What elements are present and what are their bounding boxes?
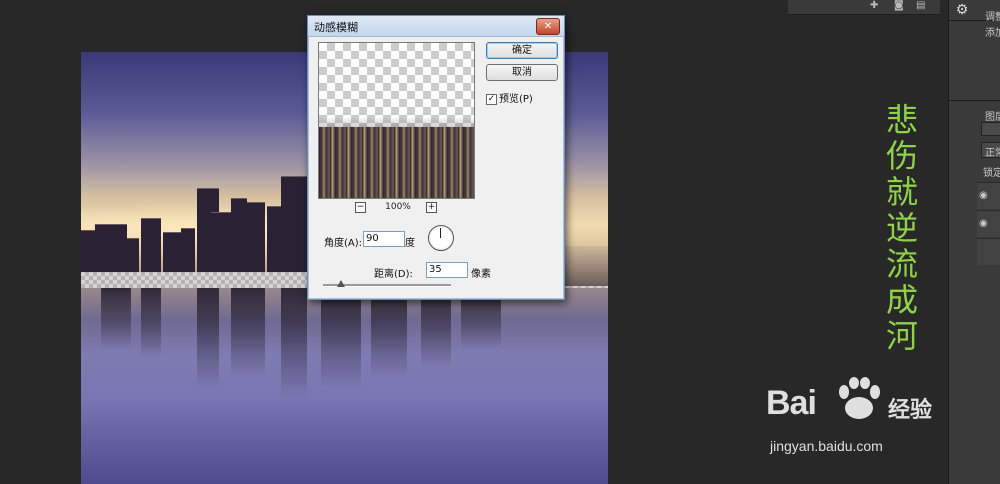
layers-tab[interactable]: 图层: [985, 108, 1000, 123]
angle-input[interactable]: 90: [363, 231, 405, 247]
preview-checkbox-label: 预览(P): [499, 94, 533, 105]
panel-toolbar: ✚ ◙ ▤: [788, 0, 940, 15]
zoom-out-button[interactable]: −: [355, 202, 366, 213]
building: [231, 198, 247, 273]
close-icon[interactable]: ✕: [536, 18, 560, 35]
adjustments-panel-icon[interactable]: ⚙: [952, 0, 972, 20]
building: [247, 202, 265, 273]
zoom-level: 100%: [385, 202, 411, 212]
reflection: [231, 288, 265, 378]
angle-unit: 度: [405, 238, 415, 249]
camera-icon[interactable]: ◙: [894, 1, 904, 11]
baidu-logo-text: Bai: [766, 384, 817, 422]
panel-divider: [949, 100, 1000, 101]
poem-char: 伤: [885, 137, 918, 175]
blend-mode-select[interactable]: 正常: [981, 142, 1000, 159]
watermark: Bai 经验 jingyan.baidu.com: [764, 376, 946, 460]
distance-label: 距离(D):: [374, 269, 413, 280]
building: [181, 228, 195, 273]
reflection: [371, 288, 407, 378]
angle-needle: [440, 228, 441, 238]
filter-preview[interactable]: [318, 42, 475, 199]
layer-filter-search[interactable]: [981, 122, 1000, 136]
angle-label: 角度(A):: [324, 238, 363, 249]
zoom-in-button[interactable]: +: [426, 202, 437, 213]
motion-blur-dialog: 动感模糊 ✕ − 100% + 确定 取消 ✓ 预览(P) 角度(A): 90 度…: [307, 15, 565, 300]
watermark-url: jingyan.baidu.com: [770, 438, 883, 454]
distance-unit: 像素: [471, 269, 491, 280]
visibility-eye-icon[interactable]: ◉: [979, 190, 988, 201]
angle-dial[interactable]: [428, 225, 454, 251]
building: [211, 212, 231, 273]
building: [81, 230, 95, 273]
dialog-titlebar[interactable]: 动感模糊 ✕: [308, 16, 564, 37]
new-adjustment-icon[interactable]: ✚: [870, 1, 880, 11]
building: [141, 218, 161, 273]
lock-label: 锁定: [983, 168, 1000, 179]
reflection: [281, 288, 307, 398]
ok-button[interactable]: 确定: [486, 42, 558, 59]
canvas-edge: [565, 246, 608, 286]
poem-char: 就: [885, 173, 918, 211]
poem-char: 悲: [885, 101, 918, 139]
poem-char: 成: [885, 281, 918, 319]
dialog-title: 动感模糊: [314, 21, 358, 34]
right-panel: 调整 添加 图层 正常 锁定 ◉ ◉: [948, 0, 1000, 484]
adjustments-tab[interactable]: 调整: [985, 8, 1000, 23]
building: [95, 224, 127, 273]
building: [127, 238, 139, 273]
zoom-controls: − 100% +: [318, 202, 475, 214]
building: [281, 176, 307, 273]
distance-input[interactable]: 35: [426, 262, 468, 278]
checkbox-check-icon[interactable]: ✓: [486, 93, 497, 105]
blend-mode-label: 正常: [985, 148, 1000, 159]
reflection: [101, 288, 131, 348]
preview-checkbox[interactable]: ✓ 预览(P): [486, 90, 533, 105]
trash-icon[interactable]: ▤: [916, 1, 926, 11]
cancel-button[interactable]: 取消: [486, 64, 558, 81]
poem-char: 河: [885, 317, 918, 355]
add-adjustment-text: 添加: [985, 28, 1000, 39]
vertical-poem: 悲 伤 就 逆 流 成 河: [884, 102, 920, 354]
visibility-eye-icon[interactable]: ◉: [979, 218, 988, 229]
layer-row[interactable]: [977, 238, 1000, 265]
reflection: [321, 288, 361, 388]
poem-char: 流: [885, 245, 918, 283]
poem-char: 逆: [885, 209, 918, 247]
preview-blur-image: [319, 127, 474, 198]
reflection: [197, 288, 219, 388]
jingyan-text: 经验: [888, 398, 933, 423]
distance-slider-handle[interactable]: [336, 280, 345, 287]
reflection: [421, 288, 451, 368]
paw-icon: [839, 377, 880, 419]
reflection: [141, 288, 161, 358]
building: [163, 232, 181, 273]
